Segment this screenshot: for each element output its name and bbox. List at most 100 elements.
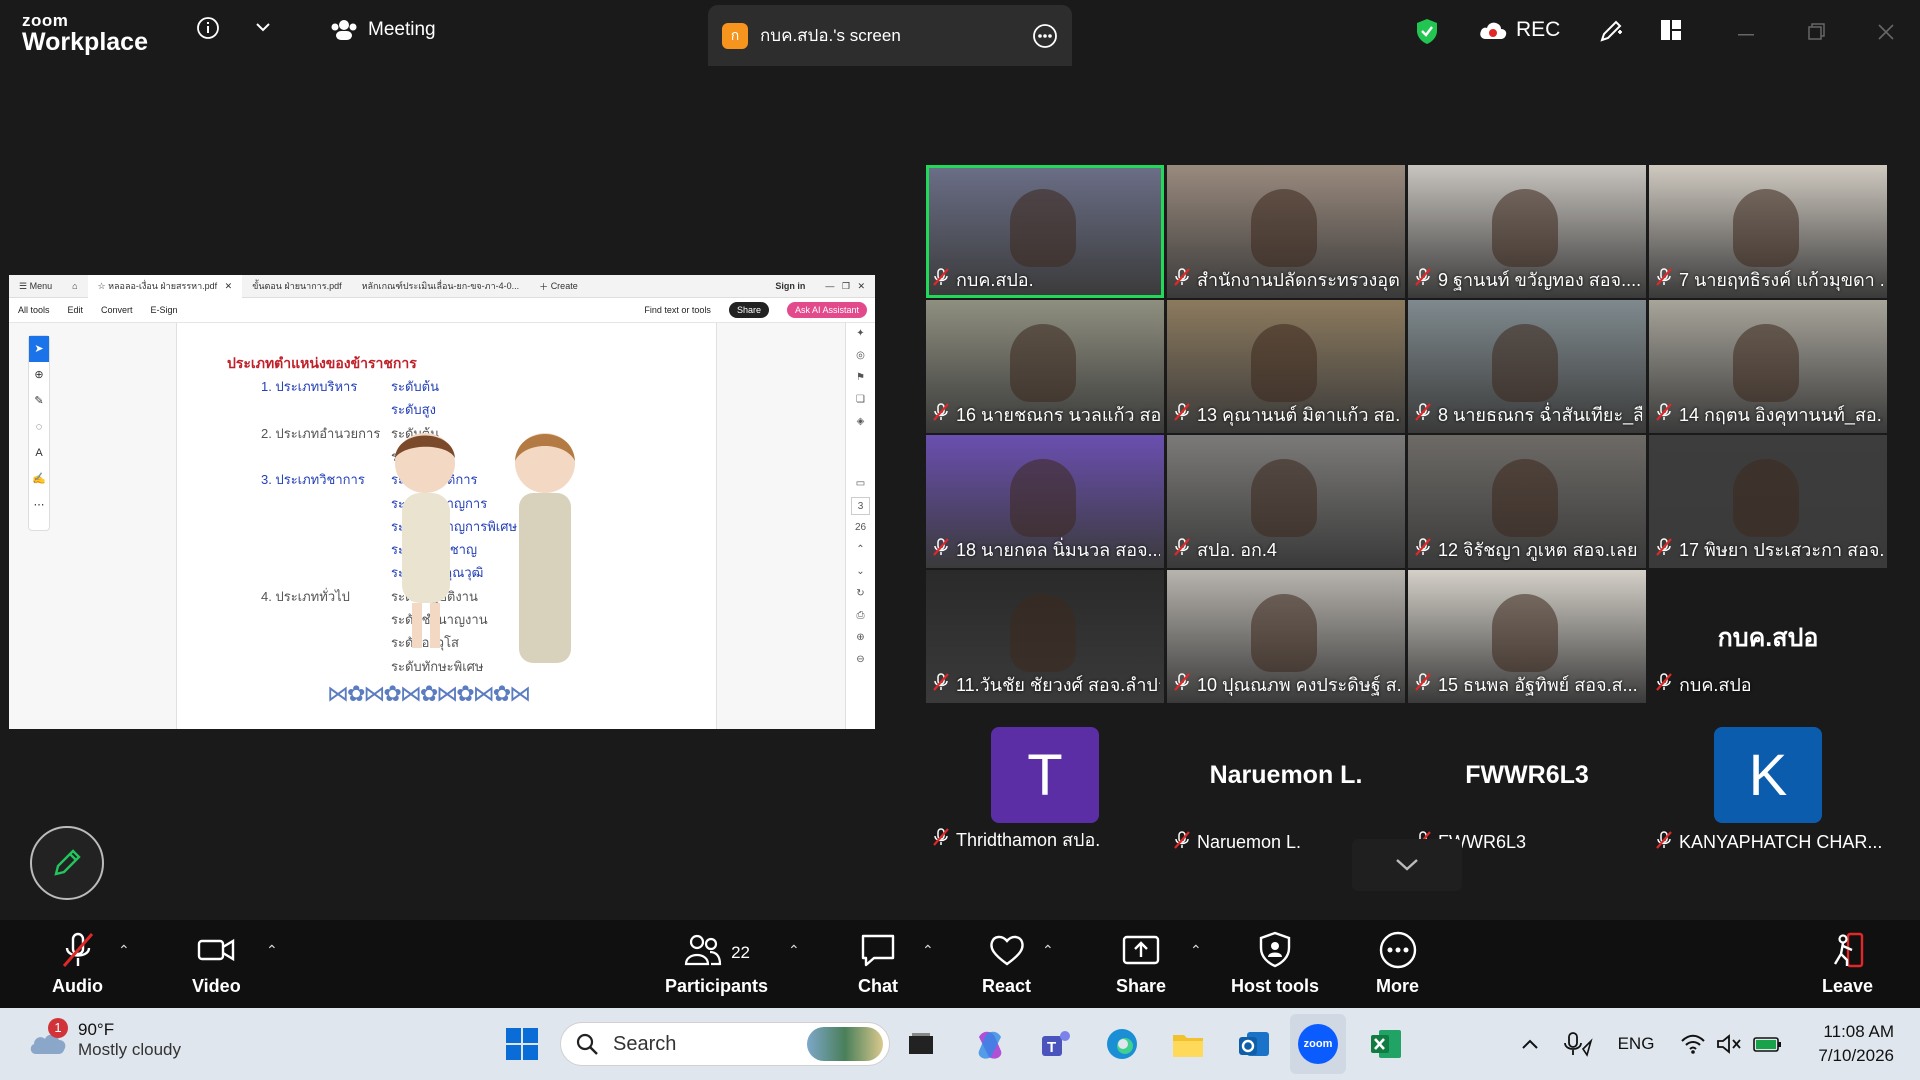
participant-tile[interactable]: 16 นายชณกร นวลแก้ว สอ... [926, 300, 1164, 433]
text-tool-icon[interactable]: A [29, 440, 49, 466]
share-button[interactable]: Share [1116, 930, 1166, 997]
pdf-menu-button[interactable]: ☰ Menu [9, 275, 62, 298]
participant-tile[interactable]: 15 ธนพล อัฐทิพย์ สอจ.ส... [1408, 570, 1646, 703]
pdf-ai-assistant-button[interactable]: Ask AI Assistant [786, 302, 867, 318]
more-options-icon[interactable] [1032, 23, 1058, 49]
participant-tile[interactable]: 18 นายกตล นิ่มนวล สอจ... [926, 435, 1164, 568]
participant-tile[interactable]: กบค.สปอ. [926, 165, 1164, 298]
react-button[interactable]: React [982, 930, 1031, 997]
edge-icon[interactable] [1100, 1008, 1144, 1080]
pdf-menu-convert[interactable]: Convert [101, 305, 133, 315]
pdf-create-button[interactable]: ＋ Create [529, 275, 588, 298]
zoom-taskbar-icon[interactable]: zoom [1290, 1014, 1346, 1074]
present-icon[interactable]: ▭ [846, 473, 875, 495]
annotate-pen-button[interactable] [30, 826, 104, 900]
page-down-icon[interactable]: ⌄ [846, 561, 875, 583]
zoom-in-icon[interactable]: ⊕ [846, 627, 875, 649]
select-tool-icon[interactable]: ➤ [29, 336, 49, 362]
pdf-tab-1[interactable]: ☆ หลอลอ-เงื่อน ฝ่ายสรรหา.pdf ✕ [87, 275, 243, 298]
participant-tile[interactable]: 10 ปุณณภพ คงประดิษฐ์ ส... [1167, 570, 1405, 703]
teams-icon[interactable]: T [1034, 1008, 1078, 1080]
maximize-icon[interactable] [1806, 22, 1826, 42]
battery-icon[interactable] [1750, 1008, 1786, 1080]
participant-tile[interactable]: กบค.สปอ กบค.สปอ [1649, 570, 1887, 703]
page-up-icon[interactable]: ⌃ [846, 539, 875, 561]
home-icon[interactable]: ⌂ [62, 275, 87, 298]
participant-avatar-tile[interactable]: Naruemon L. Naruemon L. [1167, 723, 1405, 856]
participant-tile[interactable]: 12 จิรัชญา ภูเหต สอจ.เลย [1408, 435, 1646, 568]
record-button[interactable]: REC [1478, 18, 1560, 42]
page-number[interactable]: 3 [851, 497, 870, 515]
participant-tile[interactable]: 14 กฤตน อิงคุทานนท์_สอ... [1649, 300, 1887, 433]
pdf-sign-in[interactable]: Sign in [765, 275, 815, 298]
info-icon[interactable] [196, 16, 220, 40]
participant-avatar-tile[interactable]: FWWR6L3 FWWR6L3 [1408, 723, 1646, 856]
zoom-tool-icon[interactable]: ⊕ [29, 362, 49, 388]
gallery-next-page-button[interactable] [1352, 839, 1462, 891]
shared-screen[interactable]: ☰ Menu ⌂ ☆ หลอลอ-เงื่อน ฝ่ายสรรหา.pdf ✕ … [9, 275, 875, 729]
video-caret-icon[interactable]: ⌃ [266, 942, 278, 959]
show-hidden-icons[interactable] [1518, 1008, 1542, 1080]
outlook-icon[interactable] [1232, 1008, 1276, 1080]
participant-avatar-tile[interactable]: T Thridthamon สปอ. [926, 723, 1164, 856]
lasso-tool-icon[interactable]: ◌ [29, 414, 49, 440]
leave-button[interactable]: Leave [1822, 930, 1873, 997]
minimize-icon[interactable] [1736, 22, 1756, 42]
system-clock[interactable]: 11:08 AM 7/10/2026 [1818, 1020, 1894, 1068]
participant-tile[interactable]: สปอ. อก.4 [1167, 435, 1405, 568]
participant-tile[interactable]: 13 คุณานนต์ มิตาแก้ว สอ... [1167, 300, 1405, 433]
excel-icon[interactable] [1364, 1008, 1408, 1080]
meeting-tab[interactable]: Meeting [330, 18, 436, 42]
weather-widget[interactable]: 1 90°F Mostly cloudy [28, 1018, 181, 1060]
share-caret-icon[interactable]: ⌃ [1190, 942, 1202, 959]
zoom-out-icon[interactable]: ⊖ [846, 649, 875, 671]
layout-icon[interactable] [1659, 18, 1683, 42]
pdf-menu-edit[interactable]: Edit [68, 305, 84, 315]
participant-tile[interactable]: 9 ฐานนท์ ขวัญทอง สอจ.... [1408, 165, 1646, 298]
participant-tile[interactable]: สำนักงานปลัดกระทรวงอุต... [1167, 165, 1405, 298]
bookmark-icon[interactable]: ⚑ [846, 367, 875, 389]
participant-tile[interactable]: 8 นายธณกร ฉ่ำสันเทียะ_สื... [1408, 300, 1646, 433]
language-indicator[interactable]: ENG [1612, 1008, 1660, 1080]
speaker-muted-icon[interactable] [1712, 1008, 1746, 1080]
pdf-find-tools[interactable]: Find text or tools [644, 305, 711, 315]
audio-button[interactable]: Audio [52, 930, 103, 997]
pdf-tab-3[interactable]: หลักเกณฑ์ประเมินเลื่อน-ยก-ขจ-ภา-4-0... [352, 275, 530, 298]
participant-avatar-tile[interactable]: K KANYAPHATCH CHAR... [1649, 723, 1887, 856]
chat-button[interactable]: Chat [858, 930, 898, 997]
chat-caret-icon[interactable]: ⌃ [922, 942, 934, 959]
audio-caret-icon[interactable]: ⌃ [118, 942, 130, 959]
pen-tool-icon[interactable]: ✎ [29, 388, 49, 414]
copilot-icon[interactable] [968, 1008, 1012, 1080]
participants-button[interactable]: 22 Participants [665, 930, 768, 997]
pages-icon[interactable]: ❏ [846, 389, 875, 411]
pdf-share-button[interactable]: Share [728, 302, 769, 318]
layers-icon[interactable]: ◈ [846, 411, 875, 433]
save-icon[interactable]: ⎙ [846, 605, 875, 627]
task-view-icon[interactable] [902, 1008, 940, 1080]
annotate-icon[interactable] [1598, 18, 1624, 44]
more-button[interactable]: More [1376, 930, 1419, 997]
more-tools-icon[interactable]: ⋯ [29, 492, 49, 518]
sign-tool-icon[interactable]: ✍ [29, 466, 49, 492]
close-icon[interactable] [1876, 22, 1896, 42]
file-explorer-icon[interactable] [1166, 1008, 1210, 1080]
shield-check-icon[interactable] [1415, 17, 1439, 45]
rotate-icon[interactable]: ↻ [846, 583, 875, 605]
microphone-tray-icon[interactable] [1560, 1008, 1596, 1080]
ai-icon[interactable]: ✦ [846, 323, 875, 345]
pdf-menu-esign[interactable]: E-Sign [151, 305, 178, 315]
chevron-down-icon[interactable] [254, 18, 272, 36]
shared-screen-tab[interactable]: ก กบค.สปอ.'s screen [708, 5, 1072, 66]
pdf-tab-2[interactable]: ขั้นตอน ฝ่ายนาการ.pdf [242, 275, 351, 298]
taskbar-search[interactable]: Search [560, 1022, 890, 1066]
wifi-icon[interactable] [1676, 1008, 1710, 1080]
participants-caret-icon[interactable]: ⌃ [788, 942, 800, 959]
pdf-menu-all-tools[interactable]: All tools [18, 305, 50, 315]
comment-icon[interactable]: ◎ [846, 345, 875, 367]
react-caret-icon[interactable]: ⌃ [1042, 942, 1054, 959]
pdf-window-controls[interactable]: — ❐ ✕ [815, 275, 875, 298]
participant-tile[interactable]: 7 นายฤทธิรงค์ แก้วมุขดา ... [1649, 165, 1887, 298]
participant-tile[interactable]: 11.วันชัย ชัยวงศ์ สอจ.ลำปาง [926, 570, 1164, 703]
video-button[interactable]: Video [192, 930, 241, 997]
